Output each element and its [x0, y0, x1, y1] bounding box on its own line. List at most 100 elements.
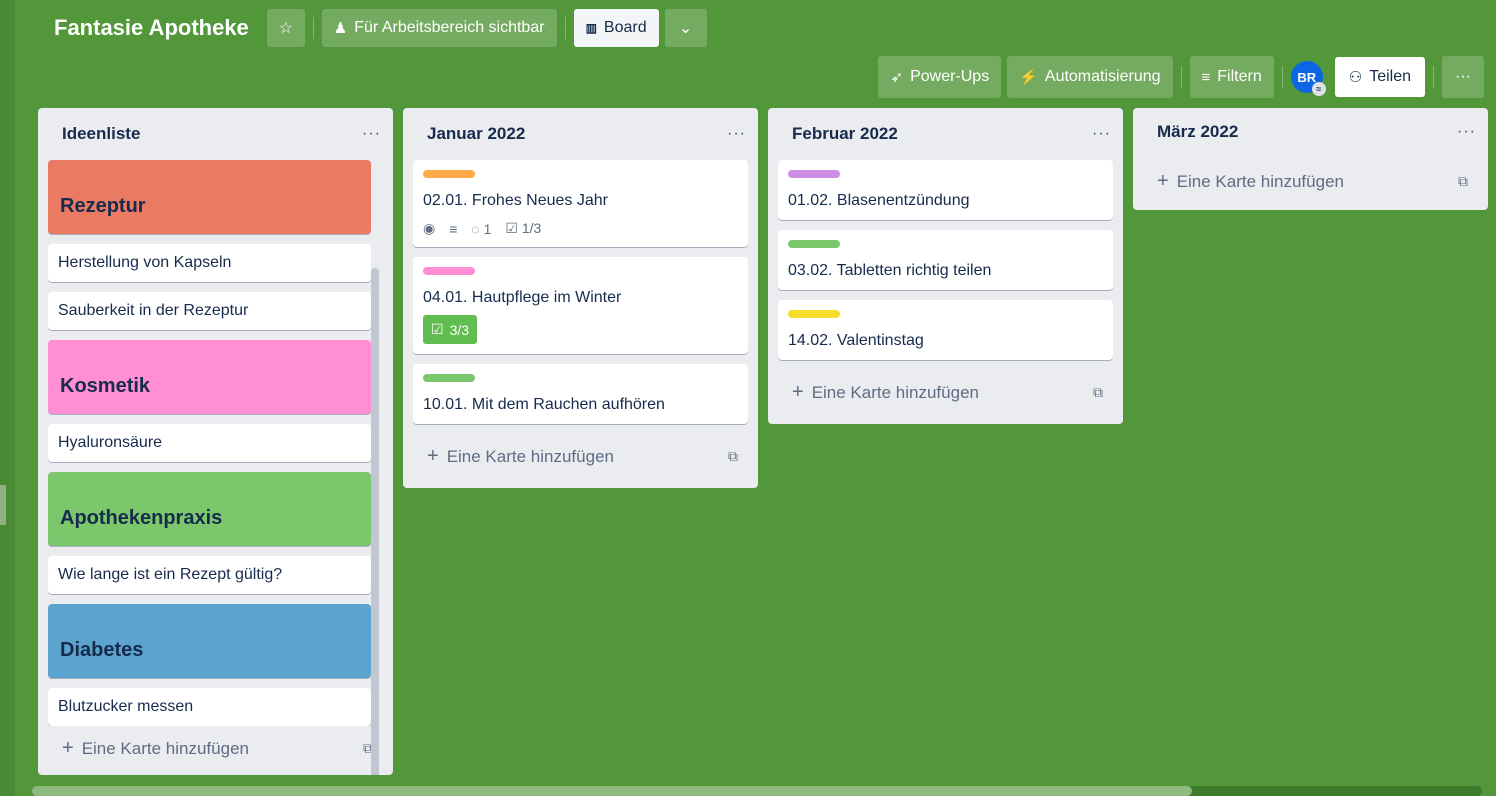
list-title[interactable]: März 2022	[1157, 122, 1238, 142]
card-container: Rezeptur Herstellung von Kapseln Sauberk…	[48, 160, 383, 726]
card-cover-kosmetik[interactable]: Kosmetik	[48, 340, 371, 414]
plus-icon: +	[427, 444, 439, 467]
template-icon[interactable]: ⧉	[1093, 384, 1103, 401]
list-header: Januar 2022 ···	[413, 108, 748, 160]
people-icon: ♟	[333, 20, 348, 37]
list-title[interactable]: Februar 2022	[792, 124, 898, 144]
list-menu-icon[interactable]: ···	[1457, 123, 1476, 141]
list-menu-icon[interactable]: ···	[362, 125, 381, 143]
filter-label: Filtern	[1217, 68, 1262, 85]
rocket-icon: ➶	[890, 69, 904, 86]
left-sidebar-edge	[0, 0, 15, 796]
list-card[interactable]: Hyaluronsäure	[48, 424, 371, 462]
list-card[interactable]: 14.02. Valentinstag	[778, 300, 1113, 360]
card-title: 01.02. Blasenentzündung	[788, 192, 970, 209]
board-horizontal-scrollbar[interactable]	[32, 786, 1482, 796]
card-label	[423, 374, 475, 382]
comment-badge: ◌ 1	[471, 221, 491, 237]
divider	[1180, 66, 1182, 88]
add-card-button[interactable]: + Eine Karte hinzufügen ⧉	[413, 434, 748, 478]
more-icon: ···	[1455, 68, 1471, 85]
board-title[interactable]: Fantasie Apotheke	[54, 15, 249, 41]
star-button[interactable]: ☆	[266, 9, 305, 47]
board-header-actions: ➶ Power-Ups ⚡ Automatisierung ≡ Filtern …	[878, 56, 1484, 98]
divider	[312, 17, 314, 39]
scrollbar-thumb[interactable]	[32, 786, 1192, 796]
add-card-label: Eine Karte hinzufügen	[811, 382, 979, 402]
list-title[interactable]: Ideenliste	[62, 124, 140, 144]
card-cover-apothekenpraxis[interactable]: Apothekenpraxis	[48, 472, 371, 546]
divider	[1281, 66, 1283, 88]
eye-icon: ◉	[423, 220, 436, 236]
add-card-label: Eine Karte hinzufügen	[1176, 171, 1344, 191]
board-icon: ▥	[585, 21, 597, 35]
lightning-icon: ⚡	[1019, 69, 1038, 86]
list-title[interactable]: Januar 2022	[427, 124, 525, 144]
card-label	[788, 310, 840, 318]
plus-icon: +	[1157, 169, 1169, 192]
add-card-label: Eine Karte hinzufügen	[446, 446, 614, 466]
list-card[interactable]: Wie lange ist ein Rezept gültig?	[48, 556, 371, 594]
visibility-button[interactable]: ♟ Für Arbeitsbereich sichtbar	[321, 9, 557, 47]
list-maerz-2022[interactable]: März 2022 ··· + Eine Karte hinzufügen ⧉	[1133, 108, 1488, 210]
add-card-label: Eine Karte hinzufügen	[81, 738, 249, 758]
list-card[interactable]: Herstellung von Kapseln	[48, 244, 371, 282]
list-header: Ideenliste ···	[48, 108, 383, 160]
card-title: 14.02. Valentinstag	[788, 332, 924, 349]
avatar[interactable]: BR ≈	[1290, 61, 1326, 96]
board-view-label: Board	[603, 19, 647, 36]
list-card[interactable]: 01.02. Blasenentzündung	[778, 160, 1113, 220]
checklist-badge: ☑ 1/3	[505, 220, 541, 237]
add-card-button[interactable]: + Eine Karte hinzufügen ⧉	[1143, 156, 1478, 210]
share-button[interactable]: ⚇ Teilen	[1334, 57, 1425, 97]
add-card-button[interactable]: + Eine Karte hinzufügen ⧉	[48, 726, 383, 770]
share-label: Teilen	[1369, 68, 1411, 85]
star-icon: ☆	[278, 20, 293, 37]
card-cover-diabetes[interactable]: Diabetes	[48, 604, 371, 678]
card-badges: ◉ ≡ ◌ 1 ☑ 1/3	[423, 220, 738, 237]
view-switcher-button[interactable]: ⌄	[664, 9, 707, 47]
list-card[interactable]: 10.01. Mit dem Rauchen aufhören	[413, 364, 748, 424]
list-februar-2022[interactable]: Februar 2022 ··· 01.02. Blasenentzündung…	[768, 108, 1123, 424]
list-menu-icon[interactable]: ···	[727, 125, 746, 143]
add-card-button[interactable]: + Eine Karte hinzufügen ⧉	[778, 370, 1113, 414]
checklist-count: 3/3	[449, 321, 470, 338]
comment-count: 1	[483, 220, 492, 237]
board-header: Fantasie Apotheke ☆ ♟ Für Arbeitsbereich…	[48, 8, 707, 48]
more-menu-button[interactable]: ···	[1442, 56, 1484, 98]
board-view-button[interactable]: ▥ Board	[573, 9, 659, 47]
card-title: 10.01. Mit dem Rauchen aufhören	[423, 396, 665, 413]
list-card[interactable]: 04.01. Hautpflege im Winter ☑ 3/3	[413, 257, 748, 354]
avatar-initials: BR	[1297, 69, 1317, 85]
add-user-icon: ⚇	[1348, 69, 1363, 86]
list-januar-2022[interactable]: Januar 2022 ··· 02.01. Frohes Neues Jahr…	[403, 108, 758, 488]
list-card[interactable]: Blutzucker messen	[48, 688, 371, 726]
powerups-button[interactable]: ➶ Power-Ups	[878, 56, 1002, 98]
automation-button[interactable]: ⚡ Automatisierung	[1007, 56, 1173, 98]
list-card[interactable]: Sauberkeit in der Rezeptur	[48, 292, 371, 330]
checklist-icon: ☑	[505, 220, 518, 236]
plus-icon: +	[792, 380, 804, 403]
card-label	[423, 170, 475, 178]
list-header: März 2022 ···	[1143, 108, 1478, 156]
description-icon: ≡	[449, 220, 458, 237]
card-title: 04.01. Hautpflege im Winter	[423, 289, 622, 306]
divider	[1433, 66, 1434, 88]
template-icon[interactable]: ⧉	[728, 448, 738, 465]
admin-icon: ≈	[1311, 82, 1326, 96]
list-card[interactable]: 03.02. Tabletten richtig teilen	[778, 230, 1113, 290]
checklist-complete-badge: ☑ 3/3	[423, 315, 478, 344]
chevron-down-icon: ⌄	[678, 20, 693, 37]
card-cover-rezeptur[interactable]: Rezeptur	[48, 160, 371, 234]
automation-label: Automatisierung	[1044, 68, 1161, 85]
list-menu-icon[interactable]: ···	[1092, 125, 1111, 143]
filter-icon: ≡	[1201, 68, 1211, 86]
list-ideenliste[interactable]: Ideenliste ··· Rezeptur Herstellung von …	[38, 108, 393, 775]
template-icon[interactable]: ⧉	[1458, 173, 1468, 190]
filter-button[interactable]: ≡ Filtern	[1189, 56, 1274, 98]
sidebar-handle[interactable]	[0, 485, 6, 525]
plus-icon: +	[62, 736, 74, 759]
list-scrollbar[interactable]	[371, 268, 379, 775]
visibility-label: Für Arbeitsbereich sichtbar	[354, 19, 545, 36]
list-card[interactable]: 02.01. Frohes Neues Jahr ◉ ≡ ◌ 1 ☑ 1/3	[413, 160, 748, 247]
